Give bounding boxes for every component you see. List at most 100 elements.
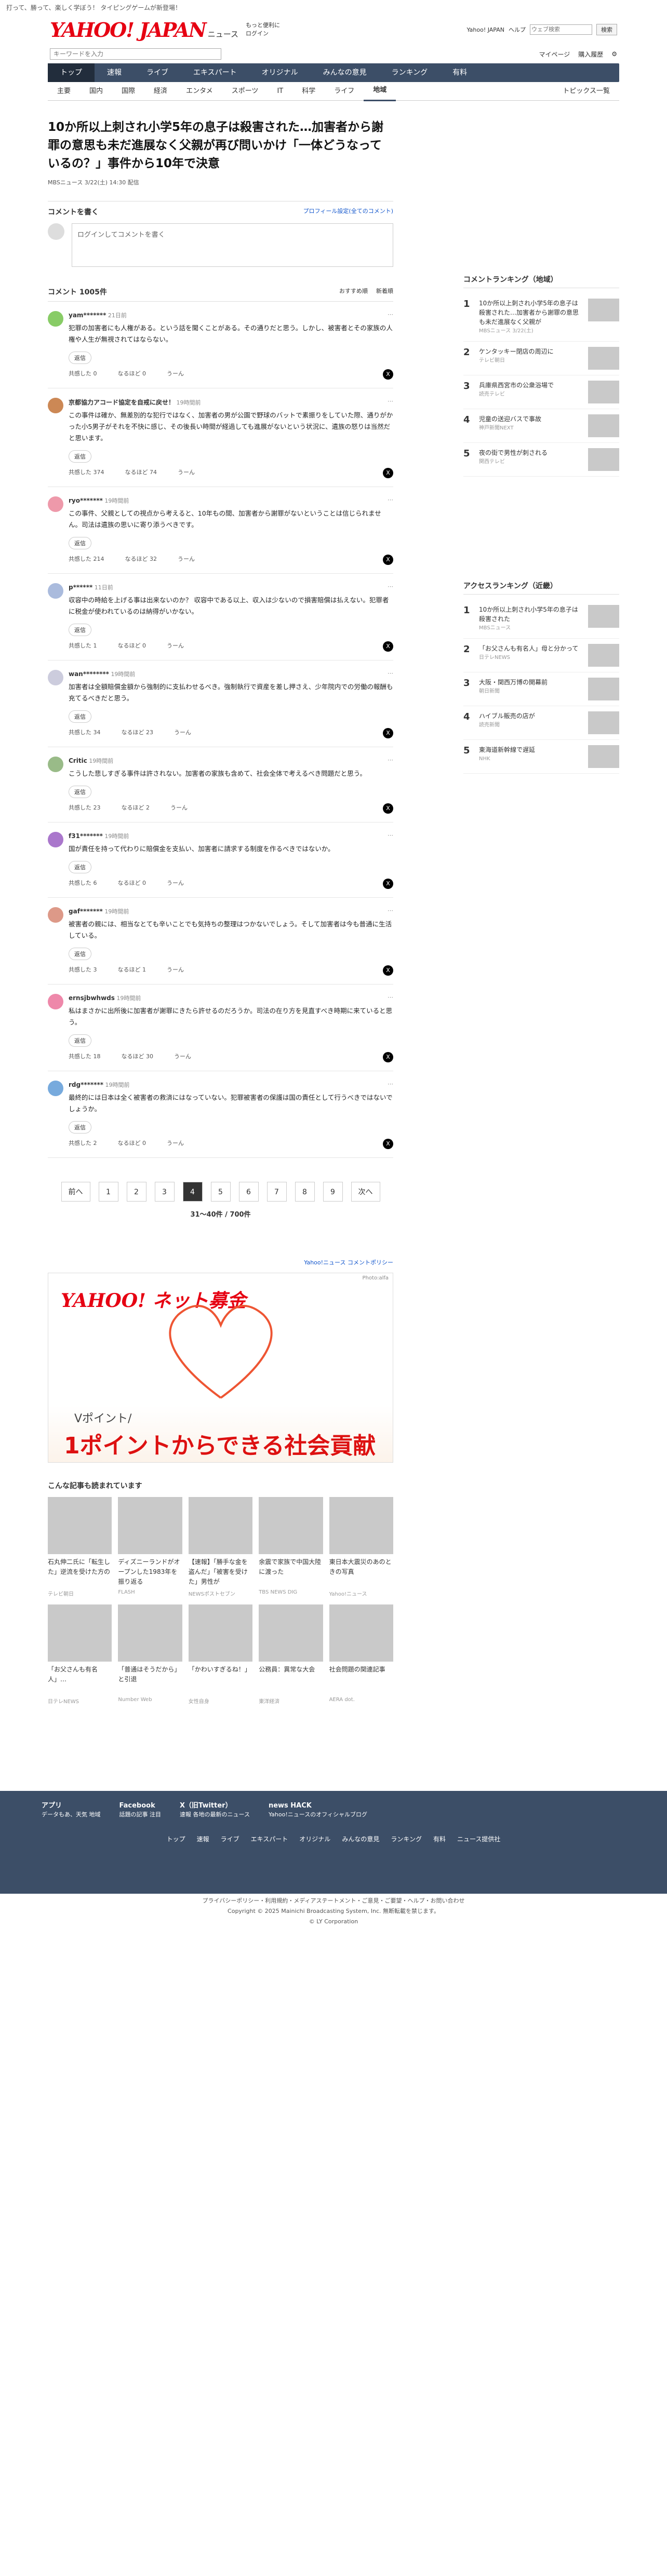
hmm-button[interactable]: なるほど 0 [118,369,146,380]
recommend-card[interactable]: 東日本大震災のあのときの写真 Yahoo!ニュース [329,1497,393,1597]
header-link-help[interactable]: ヘルプ [509,25,526,34]
access-text[interactable]: 大阪・関西万博の開幕前 朝日新聞 [479,678,583,700]
x-share-icon[interactable]: X [383,468,393,478]
page-8[interactable]: 8 [295,1182,315,1202]
comment-user-name[interactable]: rdg******* [69,1081,103,1088]
x-share-icon[interactable]: X [383,1052,393,1062]
access-item[interactable]: 1 10か所以上刺され小学5年の息子は殺害された MBSニュース [463,600,619,639]
comment-user[interactable]: ernsjbwhwds 19時間前 [69,994,141,1002]
hmm-button[interactable]: なるほど 0 [118,641,146,652]
access-text[interactable]: ハイブル販売の店が 読売新聞 [479,711,583,734]
reply-button[interactable]: 返信 [69,861,91,873]
x-share-icon[interactable]: X [383,555,393,565]
more-icon[interactable]: ⋯ [388,1081,393,1089]
good-button[interactable]: 共感した 6 [69,879,97,889]
recommend-thumb[interactable] [259,1604,323,1662]
access-thumb[interactable] [588,711,619,734]
reply-button[interactable]: 返信 [69,450,91,463]
recommend-thumb[interactable] [329,1497,393,1554]
ranking-text[interactable]: 夜の街で男性が刺される 関西テレビ [479,448,583,471]
hmm-button[interactable]: なるほど 2 [122,803,150,814]
ranking-title[interactable]: 兵庫県西宮市の公衆浴場で [479,381,583,390]
page-5[interactable]: 5 [210,1182,231,1202]
access-title[interactable]: ハイブル販売の店が [479,711,583,721]
x-share-icon[interactable]: X [383,728,393,738]
snav-ent[interactable]: エンタメ [177,82,222,101]
good-button[interactable]: 共感した 1 [69,641,97,652]
comment-user-name[interactable]: 京都協力アコード協定を自戒に戻せ！ [69,399,175,406]
user-avatar[interactable] [48,311,63,327]
gnav-expert[interactable]: エキスパート [181,63,249,82]
bad-button[interactable]: うーん [178,468,195,478]
ranking-text[interactable]: 兵庫県西宮市の公衆浴場で 読売テレビ [479,381,583,403]
comment-user[interactable]: yam******* 21日前 [69,311,127,319]
footer-link[interactable]: トップ [167,1835,185,1843]
bad-button[interactable]: うーん [170,803,188,814]
hmm-button[interactable]: なるほど 74 [125,468,157,478]
footer-link[interactable]: オリジナル [299,1835,330,1843]
user-avatar[interactable] [48,670,63,685]
footer-app-name[interactable]: アプリ [42,1802,62,1810]
ranking-item[interactable]: 1 10か所以上刺され小学5年の息子は殺害された…加害者から謝罪の意思も未だ進展な… [463,293,619,342]
access-title[interactable]: 「お父さんも有名人」母と分かって [479,644,583,653]
header-login[interactable]: もっと便利に ログイン [246,21,280,38]
bad-button[interactable]: うーん [174,1052,191,1062]
access-thumb[interactable] [588,678,619,700]
reply-button[interactable]: 返信 [69,352,91,364]
recommend-title[interactable]: 社会問題の関連記事 [329,1665,393,1695]
recommend-card[interactable]: ディズニーランドがオープンした1983年を振り返る FLASH [118,1497,182,1597]
more-icon[interactable]: ⋯ [388,398,393,407]
footer-link[interactable]: 速報 [197,1835,209,1843]
recommend-thumb[interactable] [188,1604,253,1662]
ranking-thumb[interactable] [588,381,619,403]
access-title[interactable]: 10か所以上刺され小学5年の息子は殺害された [479,605,583,624]
access-item[interactable]: 4 ハイブル販売の店が 読売新聞 [463,706,619,740]
sort-recommended[interactable]: おすすめ順 [339,287,368,297]
x-share-icon[interactable]: X [383,1139,393,1149]
bad-button[interactable]: うーん [167,879,184,889]
ranking-text[interactable]: 児童の送迎バスで事故 神戸新聞NEXT [479,414,583,437]
more-icon[interactable]: ⋯ [388,583,393,591]
more-icon[interactable]: ⋯ [388,757,393,765]
recommend-thumb[interactable] [329,1604,393,1662]
recommend-card[interactable]: 【速報】「勝手な金を盗んだ」「被害を受けた」男性が NEWSポストセブン [188,1497,253,1597]
x-share-icon[interactable]: X [383,641,393,652]
ranking-item[interactable]: 3 兵庫県西宮市の公衆浴場で 読売テレビ [463,375,619,409]
ranking-text[interactable]: ケンタッキー閉店の周辺に テレビ朝日 [479,347,583,370]
recommend-title[interactable]: 「かわいすぎるね！」 [189,1665,252,1695]
recommend-thumb[interactable] [259,1497,323,1554]
user-avatar[interactable] [48,757,63,772]
reply-button[interactable]: 返信 [69,537,91,549]
snav-intl[interactable]: 国際 [112,82,144,101]
bad-button[interactable]: うーん [167,1139,184,1149]
good-button[interactable]: 共感した 374 [69,468,104,478]
good-button[interactable]: 共感した 214 [69,555,104,565]
bad-button[interactable]: うーん [167,965,184,976]
reply-button[interactable]: 返信 [69,786,91,798]
logo[interactable]: YAHOO! JAPAN ニュース [50,18,238,42]
hmm-button[interactable]: なるほど 32 [125,555,157,565]
recommend-card[interactable]: 「普通はそうだから」と引退 Number Web [118,1604,182,1705]
bad-button[interactable]: うーん [178,555,195,565]
news-search-input[interactable] [50,48,221,60]
page-2[interactable]: 2 [126,1182,146,1202]
recommend-card[interactable]: 「お父さんも有名人」… 日テレNEWS [48,1604,112,1705]
ranking-title[interactable]: 10か所以上刺され小学5年の息子は殺害された…加害者から謝罪の意思も未だ進展なく… [479,299,583,327]
recommend-card[interactable]: 石丸伸二氏に「転生した」逆流を受けた方の テレビ朝日 [48,1497,112,1597]
bad-button[interactable]: うーん [167,641,184,652]
page-7[interactable]: 7 [266,1182,287,1202]
access-title[interactable]: 大阪・関西万博の開幕前 [479,678,583,687]
ranking-title[interactable]: ケンタッキー閉店の周辺に [479,347,583,356]
ranking-title[interactable]: 児童の送迎バスで事故 [479,414,583,424]
user-avatar[interactable] [48,496,63,512]
recommend-thumb[interactable] [188,1497,253,1554]
snav-sports[interactable]: スポーツ [222,82,268,101]
gnav-original[interactable]: オリジナル [249,63,311,82]
comment-user-name[interactable]: f31******* [69,832,103,840]
user-avatar[interactable] [48,994,63,1009]
gear-icon[interactable]: ⚙ [611,50,617,58]
good-button[interactable]: 共感した 2 [69,1139,97,1149]
gnav-top[interactable]: トップ [48,63,95,82]
sort-newest[interactable]: 新着順 [376,287,393,297]
snav-science[interactable]: 科学 [292,82,325,101]
